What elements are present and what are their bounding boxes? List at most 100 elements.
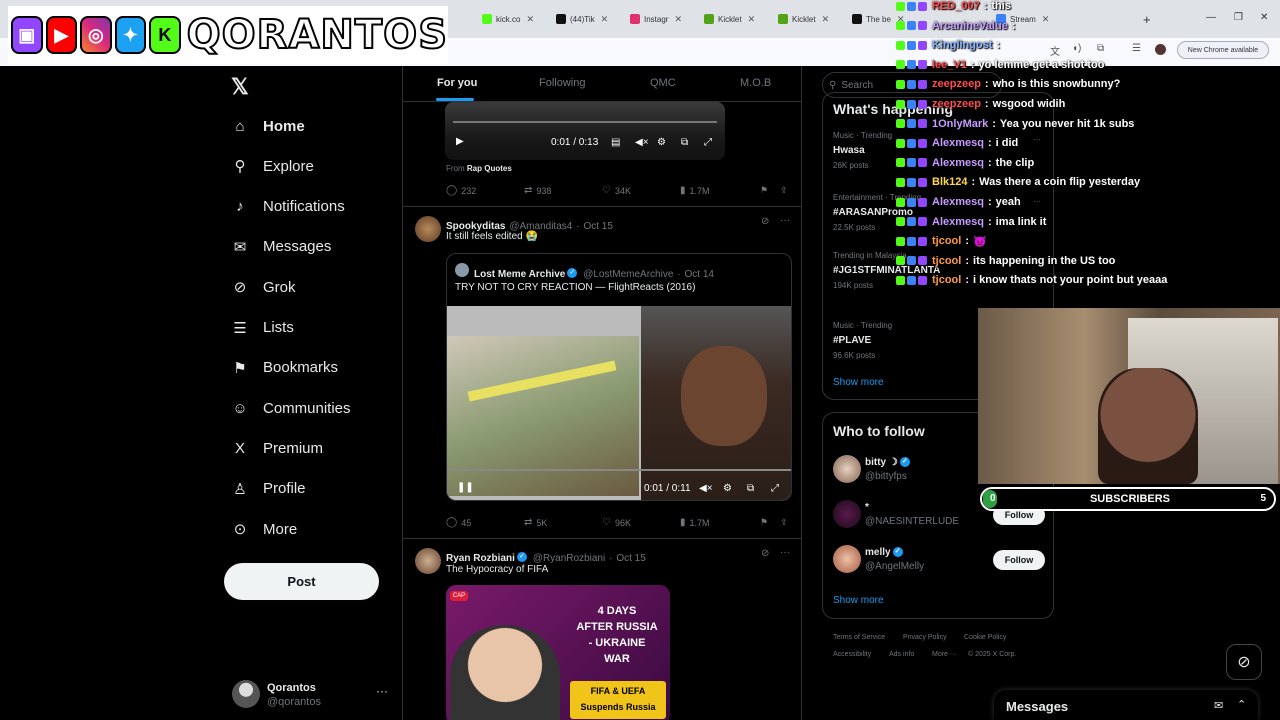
mute-icon[interactable]: ◀× [699, 483, 713, 494]
mute-icon[interactable]: ◀× [635, 137, 649, 148]
nav-item-explore[interactable]: ⚲ Explore [230, 153, 314, 179]
reply-button[interactable]: ◯ 232 [446, 185, 476, 196]
nav-item-more[interactable]: ⊙ More [230, 516, 297, 542]
bookmark-icon[interactable]: ⚑ [760, 185, 768, 196]
like-button[interactable]: ♡ 96K [602, 517, 631, 528]
tab-mob[interactable]: M.O.B [740, 77, 771, 89]
repost-button[interactable]: ⇄ 5K [524, 517, 547, 528]
repost-button[interactable]: ⇄ 938 [524, 185, 551, 196]
post3-image[interactable]: CAP 4 DAYS AFTER RUSSIA - UKRAINE WAR FI… [446, 585, 670, 720]
nav-item-premium[interactable]: X Premium [230, 435, 323, 461]
post-button[interactable]: Post [224, 563, 379, 600]
expand-chevron-icon[interactable]: ⌃ [1237, 698, 1246, 711]
close-tab-icon[interactable]: ✕ [526, 14, 534, 25]
follow-suggestion-name[interactable]: bitty ☽ ✓ [865, 457, 912, 468]
extensions-icon[interactable]: ⧉ [1097, 43, 1104, 54]
messages-drawer[interactable]: Messages ✉ ⌃ [994, 690, 1258, 720]
compose-message-icon[interactable]: ✉ [1214, 699, 1223, 712]
follow-suggestion-name[interactable]: * [865, 502, 869, 513]
video-progress-bar[interactable] [447, 469, 791, 471]
nav-item-profile[interactable]: ♙ Profile [230, 476, 305, 502]
pause-icon[interactable]: ❚❚ [457, 482, 474, 493]
browser-tab[interactable]: kick.co ✕ [478, 6, 534, 32]
minimize-icon[interactable]: — [1206, 12, 1216, 23]
fullscreen-icon[interactable]: ⤢ [704, 137, 712, 148]
footer-link[interactable]: More ··· [932, 651, 957, 658]
browser-tab[interactable]: Instagr ✕ [626, 6, 682, 32]
nav-item-grok[interactable]: ⊘ Grok [230, 274, 296, 300]
grok-icon[interactable]: ⊘ [761, 548, 769, 559]
nav-item-communities[interactable]: ☺ Communities [230, 395, 350, 421]
post3-author-name[interactable]: Ryan Rozbiani [446, 553, 515, 564]
avatar[interactable] [833, 455, 861, 483]
audio-icon[interactable]: ◖) [1072, 43, 1081, 54]
more-options-icon[interactable]: ··· [780, 547, 790, 558]
close-tab-icon[interactable]: ✕ [1042, 14, 1050, 25]
share-icon[interactable]: ⇪ [780, 517, 788, 528]
quote-video[interactable]: ❚❚ 0:01 / 0:11 ◀× ⚙ ⧉ ⤢ [447, 306, 791, 500]
x-logo-icon[interactable]: 𝕏 [231, 74, 249, 100]
reply-button[interactable]: ◯ 45 [446, 517, 471, 528]
grok-icon[interactable]: ⊘ [761, 216, 769, 227]
new-chrome-available-button[interactable]: New Chrome available [1177, 41, 1269, 59]
avatar[interactable] [415, 216, 441, 242]
footer-link[interactable]: Privacy Policy [903, 634, 947, 641]
show-more-link[interactable]: Show more [833, 595, 884, 606]
views-button[interactable]: ▮ 1.7M [680, 185, 710, 196]
quoted-post[interactable]: Lost Meme Archive ✓ @LostMemeArchive · Oc… [446, 253, 792, 501]
bookmark-icon[interactable]: ⚑ [760, 517, 768, 528]
avatar[interactable] [833, 545, 861, 573]
video-progress-bar[interactable] [453, 121, 717, 123]
browser-tab[interactable]: Kicklet ✕ [774, 6, 829, 32]
pip-icon[interactable]: ⧉ [747, 483, 754, 494]
from-source-link[interactable]: Rap Quotes [467, 164, 512, 173]
more-options-icon[interactable]: ··· [1033, 135, 1041, 144]
sidepanel-icon[interactable]: ☰ [1132, 43, 1141, 54]
restore-icon[interactable]: ❐ [1234, 12, 1243, 23]
fullscreen-icon[interactable]: ⤢ [771, 483, 779, 494]
follow-button[interactable]: Follow [993, 550, 1045, 570]
views-button[interactable]: ▮ 1.7M [680, 517, 710, 528]
tab-following[interactable]: Following [539, 77, 585, 89]
footer-link[interactable]: Cookie Policy [964, 634, 1006, 641]
account-switcher[interactable]: Qorantos @qorantos ··· [230, 680, 390, 710]
post3-author-handle[interactable]: @RyanRozbiani [533, 553, 605, 564]
footer-link[interactable]: Terms of Service [833, 634, 885, 641]
nav-item-lists[interactable]: ☰ Lists [230, 315, 294, 341]
browser-tab[interactable]: Kicklet ✕ [700, 6, 755, 32]
grok-fab-icon[interactable]: ⊘ [1226, 644, 1262, 680]
show-more-link[interactable]: Show more [833, 377, 884, 388]
new-tab-button[interactable]: + [1143, 12, 1151, 27]
nav-item-notifications[interactable]: ♪ Notifications [230, 194, 344, 220]
tab-qmc[interactable]: QMC [650, 77, 676, 89]
browser-tab[interactable]: (44)Tik ✕ [552, 6, 608, 32]
captions-icon[interactable]: ▤ [611, 137, 620, 148]
post2-date[interactable]: Oct 15 [583, 221, 612, 232]
footer-link[interactable]: Ads info [889, 651, 914, 658]
play-icon[interactable]: ▶ [456, 136, 464, 147]
tab-for-you[interactable]: For you [437, 77, 477, 89]
pip-icon[interactable]: ⧉ [681, 137, 688, 148]
footer-link[interactable]: Accessibility [833, 651, 871, 658]
close-tab-icon[interactable]: ✕ [748, 14, 756, 25]
nav-item-messages[interactable]: ✉ Messages [230, 234, 332, 260]
translate-icon[interactable]: 文 [1050, 43, 1060, 58]
follow-suggestion-name[interactable]: melly ✓ [865, 547, 905, 558]
post3-date[interactable]: Oct 15 [616, 553, 645, 564]
settings-gear-icon[interactable]: ⚙ [723, 483, 732, 494]
more-options-icon[interactable]: ··· [376, 684, 388, 698]
close-tab-icon[interactable]: ✕ [822, 14, 830, 25]
more-options-icon[interactable]: ··· [780, 215, 790, 226]
settings-gear-icon[interactable]: ⚙ [657, 137, 666, 148]
close-tab-icon[interactable]: ✕ [674, 14, 682, 25]
share-icon[interactable]: ⇪ [780, 185, 788, 196]
post1-video[interactable]: ▶ 0:01 / 0:13 ▤ ◀× ⚙ ⧉ ⤢ [445, 102, 725, 160]
like-button[interactable]: ♡ 34K [602, 185, 631, 196]
avatar[interactable] [415, 548, 441, 574]
close-tab-icon[interactable]: ✕ [601, 14, 609, 25]
avatar[interactable] [833, 500, 861, 528]
nav-item-home[interactable]: ⌂ Home [230, 113, 304, 139]
profile-avatar[interactable] [1155, 44, 1166, 55]
nav-item-bookmarks[interactable]: ⚑ Bookmarks [230, 355, 338, 381]
close-window-icon[interactable]: ✕ [1260, 12, 1268, 23]
